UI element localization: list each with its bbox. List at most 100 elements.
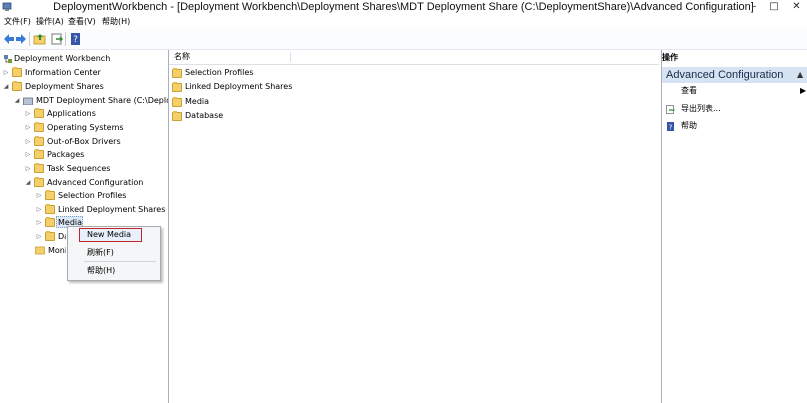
- tree-label: Applications: [47, 109, 96, 118]
- context-menu-help[interactable]: 帮助(H): [87, 264, 115, 278]
- monitoring-icon: [35, 246, 45, 255]
- svg-text:?: ?: [73, 35, 78, 45]
- tree-label: Linked Deployment Shares: [58, 205, 166, 214]
- tree-label: Information Center: [25, 68, 101, 77]
- toolbar-separator: [29, 32, 30, 46]
- list-item-label: Media: [185, 97, 210, 106]
- folder-icon: [34, 163, 44, 173]
- tree-label: Moni: [48, 246, 66, 255]
- action-export-list[interactable]: 导出列表...: [662, 102, 807, 116]
- expand-arrow-icon[interactable]: ▷: [24, 162, 32, 175]
- folder-icon: [45, 217, 55, 227]
- tree-item-root[interactable]: Deployment Workbench: [0, 52, 168, 65]
- menu-file[interactable]: 文件(F): [4, 14, 31, 29]
- expand-arrow-icon[interactable]: ▷: [35, 189, 43, 202]
- forward-icon[interactable]: [14, 32, 28, 46]
- expand-arrow-icon[interactable]: ▷: [35, 216, 43, 229]
- folder-icon: [172, 111, 182, 121]
- collapse-arrow-icon[interactable]: ◢: [2, 80, 10, 93]
- folder-icon: [34, 177, 44, 187]
- action-label: 查看: [681, 86, 697, 95]
- tree-item-deployment-shares[interactable]: ◢ Deployment Shares: [0, 80, 168, 93]
- details-pane: [169, 50, 659, 403]
- action-view[interactable]: 查看 ▶: [662, 84, 807, 98]
- folder-icon: [12, 81, 22, 91]
- window-title: DeploymentWorkbench - [Deployment Workbe…: [53, 1, 754, 13]
- expand-arrow-icon[interactable]: ▷: [24, 121, 32, 134]
- help-icon[interactable]: ?: [69, 32, 83, 46]
- help-icon: ?: [667, 122, 674, 132]
- export-icon: [666, 105, 675, 114]
- folder-icon: [34, 149, 44, 159]
- tree-item-mdt-deployment-share[interactable]: ◢ MDT Deployment Share (C:\Deployme: [0, 94, 168, 107]
- menu-view[interactable]: 查看(V): [68, 14, 96, 29]
- workbench-icon: [4, 55, 12, 63]
- minimize-button[interactable]: –: [745, 0, 763, 14]
- folder-icon: [34, 122, 44, 132]
- tree-item-drivers[interactable]: ▷ Out-of-Box Drivers: [0, 135, 168, 148]
- expand-arrow-icon[interactable]: ▷: [24, 135, 32, 148]
- list-item-label: Selection Profiles: [185, 68, 254, 77]
- export-icon[interactable]: [50, 32, 64, 46]
- tree-label: MDT Deployment Share (C:\Deployme: [36, 96, 168, 105]
- tree-item-operating-systems[interactable]: ▷ Operating Systems: [0, 121, 168, 134]
- tree-item-advanced-configuration[interactable]: ◢ Advanced Configuration: [0, 176, 168, 189]
- tree-item-linked-deployment-shares[interactable]: ▷ Linked Deployment Shares: [0, 203, 168, 216]
- folder-icon: [45, 190, 55, 200]
- folder-icon: [34, 108, 44, 118]
- tree-label: Advanced Configuration: [47, 178, 144, 187]
- expand-arrow-icon[interactable]: ▷: [35, 203, 43, 216]
- tree-item-information-center[interactable]: ▷ Information Center: [0, 66, 168, 79]
- collapse-arrow-icon[interactable]: ◢: [13, 94, 21, 107]
- tree-label: Task Sequences: [47, 164, 111, 173]
- expand-arrow-icon[interactable]: ▷: [2, 66, 10, 79]
- expand-arrow-icon[interactable]: ▷: [35, 230, 43, 243]
- tree-item-applications[interactable]: ▷ Applications: [0, 107, 168, 120]
- tree-item-packages[interactable]: ▷ Packages: [0, 148, 168, 161]
- folder-icon: [172, 82, 182, 92]
- column-header-name[interactable]: 名称: [174, 50, 190, 64]
- expand-arrow-icon[interactable]: ▷: [24, 148, 32, 161]
- maximize-button[interactable]: □: [765, 0, 783, 14]
- tree-label: Deployment Workbench: [14, 54, 111, 63]
- tree-label: Packages: [47, 150, 85, 159]
- actions-section-title: Advanced Configuration: [666, 69, 784, 81]
- tree-label: Deployment Shares: [25, 82, 104, 91]
- context-menu-new-media[interactable]: New Media: [87, 228, 131, 242]
- tree-label: Out-of-Box Drivers: [47, 137, 121, 146]
- tree-item-task-sequences[interactable]: ▷ Task Sequences: [0, 162, 168, 175]
- tree-item-selection-profiles[interactable]: ▷ Selection Profiles: [0, 189, 168, 202]
- folder-icon: [172, 97, 182, 107]
- expand-arrow-icon[interactable]: ▷: [24, 107, 32, 120]
- folder-icon: [12, 67, 22, 77]
- folder-icon: [45, 204, 55, 214]
- context-menu-refresh[interactable]: 刷新(F): [87, 246, 114, 260]
- list-item-label: Database: [185, 111, 224, 120]
- column-resize-handle[interactable]: [290, 52, 291, 62]
- submenu-arrow-icon: ▶: [800, 86, 807, 95]
- collapse-arrow-icon[interactable]: ◢: [24, 176, 32, 189]
- tree-item-database[interactable]: ▷ Da: [0, 230, 66, 243]
- close-button[interactable]: ✕: [786, 0, 807, 14]
- action-label: 导出列表...: [681, 104, 721, 113]
- action-help[interactable]: ? 帮助: [662, 119, 807, 133]
- folder-icon: [172, 68, 182, 78]
- toolbar-separator: [65, 32, 66, 46]
- menu-help[interactable]: 帮助(H): [102, 14, 130, 29]
- folder-icon: [45, 231, 55, 241]
- tree-label: Operating Systems: [47, 123, 124, 132]
- tree-item-monitoring[interactable]: Moni: [0, 244, 66, 257]
- action-label: 帮助: [681, 121, 697, 130]
- deployment-share-icon: [23, 97, 33, 105]
- menu-action[interactable]: 操作(A): [36, 14, 64, 29]
- up-folder-icon[interactable]: [33, 32, 47, 46]
- svg-text:?: ?: [669, 124, 673, 132]
- tree-label: Da: [58, 232, 66, 241]
- toolbar: [0, 29, 807, 50]
- context-menu-separator: [84, 261, 156, 262]
- collapse-up-icon[interactable]: ▲: [797, 67, 803, 83]
- folder-icon: [34, 136, 44, 146]
- tree-label: Selection Profiles: [58, 191, 127, 200]
- list-header: [169, 50, 659, 65]
- list-item-label: Linked Deployment Shares: [185, 82, 293, 91]
